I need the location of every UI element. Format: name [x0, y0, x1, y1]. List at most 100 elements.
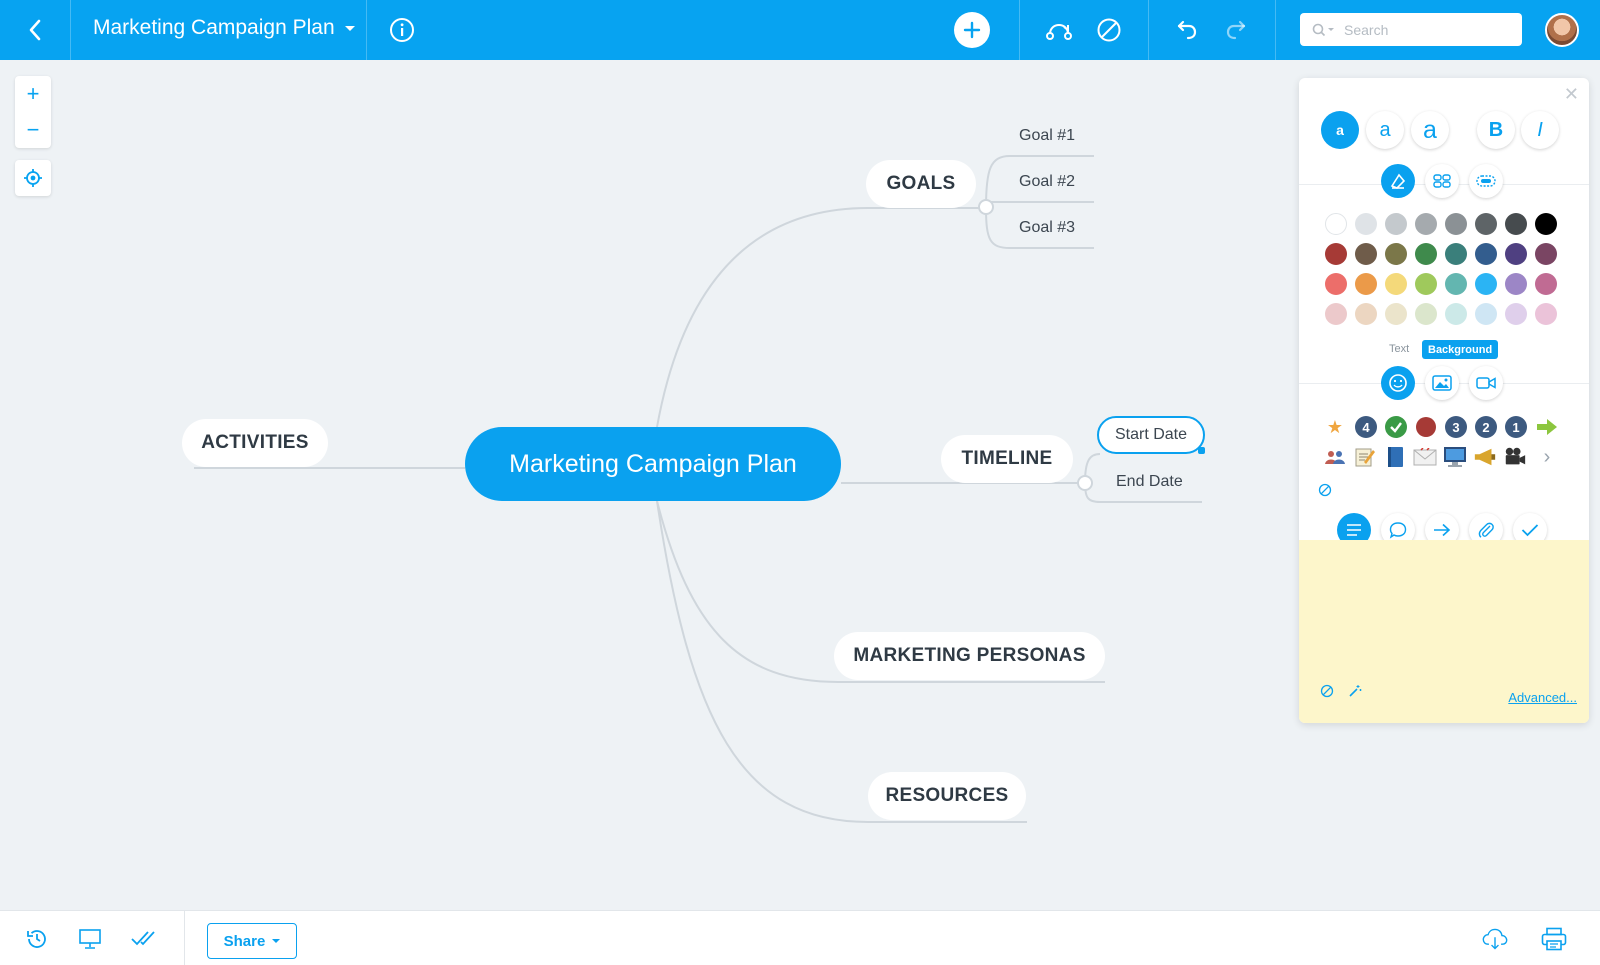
- megaphone-icon[interactable]: [1473, 445, 1497, 469]
- movie-camera-icon[interactable]: [1503, 445, 1527, 469]
- subtopic-end-date[interactable]: End Date: [1116, 473, 1183, 491]
- checkmark-icon[interactable]: [1384, 415, 1408, 439]
- color-swatch[interactable]: [1415, 213, 1437, 235]
- topic-marketing-personas[interactable]: MARKETING PERSONAS: [834, 632, 1105, 680]
- color-swatch[interactable]: [1535, 213, 1557, 235]
- color-swatch[interactable]: [1385, 273, 1407, 295]
- color-swatch[interactable]: [1355, 243, 1377, 265]
- double-check-icon: [131, 931, 155, 946]
- color-swatch[interactable]: [1505, 213, 1527, 235]
- color-swatch[interactable]: [1385, 243, 1407, 265]
- envelope-icon[interactable]: [1413, 445, 1437, 469]
- chevron-right-icon[interactable]: ›: [1535, 445, 1559, 469]
- color-swatch[interactable]: [1505, 273, 1527, 295]
- color-swatch[interactable]: [1475, 303, 1497, 325]
- shape-style-button[interactable]: [1425, 164, 1459, 198]
- icons-tab-button[interactable]: [1381, 366, 1415, 400]
- font-size-large-button[interactable]: a: [1411, 111, 1449, 149]
- arrow-right-link-icon: [1434, 523, 1451, 537]
- color-swatch[interactable]: [1445, 303, 1467, 325]
- shapes-icon: [1433, 174, 1451, 188]
- image-tab-button[interactable]: [1425, 366, 1459, 400]
- color-swatch[interactable]: [1325, 243, 1347, 265]
- topic-resources[interactable]: RESOURCES: [868, 772, 1026, 820]
- color-swatch[interactable]: [1325, 273, 1347, 295]
- bold-button[interactable]: B: [1477, 111, 1515, 149]
- color-swatch[interactable]: [1445, 213, 1467, 235]
- clear-notes-button[interactable]: [1315, 679, 1339, 703]
- subtopic-goal-2[interactable]: Goal #2: [1019, 173, 1075, 191]
- bottom-bar: Share: [0, 910, 1600, 965]
- topic-border-icon: [1476, 175, 1496, 187]
- color-swatch[interactable]: [1355, 303, 1377, 325]
- priority-2-icon[interactable]: 2: [1475, 416, 1497, 438]
- tab-background-color[interactable]: Background: [1422, 340, 1499, 359]
- color-swatch[interactable]: [1445, 243, 1467, 265]
- color-swatch[interactable]: [1475, 243, 1497, 265]
- tasks-button[interactable]: [130, 926, 156, 952]
- magic-wand-button[interactable]: [1343, 679, 1367, 703]
- advanced-link[interactable]: Advanced...: [1508, 690, 1577, 705]
- red-dot-icon[interactable]: [1414, 415, 1438, 439]
- color-swatch[interactable]: [1445, 273, 1467, 295]
- font-size-medium-button[interactable]: a: [1366, 111, 1404, 149]
- priority-4-icon[interactable]: 4: [1355, 416, 1377, 438]
- color-swatch[interactable]: [1355, 213, 1377, 235]
- color-swatch[interactable]: [1385, 213, 1407, 235]
- color-fill-button[interactable]: [1381, 164, 1415, 198]
- format-panel: ✕ a a a B I Text Background ★ 4 3 2 1 › …: [1299, 78, 1589, 723]
- color-swatch[interactable]: [1505, 303, 1527, 325]
- history-button[interactable]: [24, 926, 50, 952]
- subtopic-start-date[interactable]: Start Date: [1097, 416, 1205, 454]
- color-swatch[interactable]: [1325, 303, 1347, 325]
- color-swatch[interactable]: [1505, 243, 1527, 265]
- computer-icon[interactable]: [1443, 445, 1467, 469]
- book-icon[interactable]: [1383, 445, 1407, 469]
- border-style-button[interactable]: [1469, 164, 1503, 198]
- color-swatch[interactable]: [1325, 213, 1347, 235]
- arrow-right-icon[interactable]: [1535, 415, 1559, 439]
- smiley-icon: [1389, 374, 1407, 392]
- color-swatch[interactable]: [1415, 303, 1437, 325]
- presentation-icon: [79, 929, 101, 949]
- color-swatch[interactable]: [1415, 243, 1437, 265]
- color-swatch[interactable]: [1385, 303, 1407, 325]
- caret-down-icon: [272, 939, 281, 943]
- close-icon[interactable]: ✕: [1564, 84, 1579, 105]
- video-icon: [1476, 377, 1496, 389]
- memo-icon[interactable]: [1353, 445, 1377, 469]
- font-size-small-button[interactable]: a: [1321, 111, 1359, 149]
- printer-icon: [1541, 927, 1567, 951]
- remove-icon-button[interactable]: [1313, 478, 1337, 502]
- priority-1-icon[interactable]: 1: [1505, 416, 1527, 438]
- resize-handle[interactable]: [1198, 447, 1205, 454]
- italic-button[interactable]: I: [1521, 111, 1559, 149]
- people-icon[interactable]: [1323, 445, 1347, 469]
- video-tab-button[interactable]: [1469, 366, 1503, 400]
- color-swatch[interactable]: [1355, 273, 1377, 295]
- share-button[interactable]: Share: [207, 923, 297, 959]
- print-button[interactable]: [1541, 926, 1567, 952]
- subtopic-goal-1[interactable]: Goal #1: [1019, 127, 1075, 145]
- notes-icon: [1347, 524, 1361, 536]
- topic-activities[interactable]: ACTIVITIES: [182, 419, 328, 467]
- star-icon[interactable]: ★: [1323, 415, 1347, 439]
- presentation-button[interactable]: [77, 926, 103, 952]
- tab-text-color[interactable]: Text: [1389, 343, 1409, 355]
- topic-goals[interactable]: GOALS: [866, 160, 976, 208]
- color-swatch[interactable]: [1535, 243, 1557, 265]
- color-swatch[interactable]: [1535, 273, 1557, 295]
- color-swatch[interactable]: [1475, 273, 1497, 295]
- download-button[interactable]: [1482, 926, 1508, 952]
- root-topic[interactable]: Marketing Campaign Plan: [465, 427, 841, 501]
- check-icon: [1521, 524, 1539, 537]
- color-swatch[interactable]: [1535, 303, 1557, 325]
- magic-wand-icon: [1349, 685, 1362, 697]
- color-swatch[interactable]: [1475, 213, 1497, 235]
- history-icon: [27, 930, 46, 948]
- subtopic-goal-3[interactable]: Goal #3: [1019, 219, 1075, 237]
- no-icon-icon: [1318, 483, 1332, 497]
- color-swatch[interactable]: [1415, 273, 1437, 295]
- priority-3-icon[interactable]: 3: [1445, 416, 1467, 438]
- topic-timeline[interactable]: TIMELINE: [941, 435, 1073, 483]
